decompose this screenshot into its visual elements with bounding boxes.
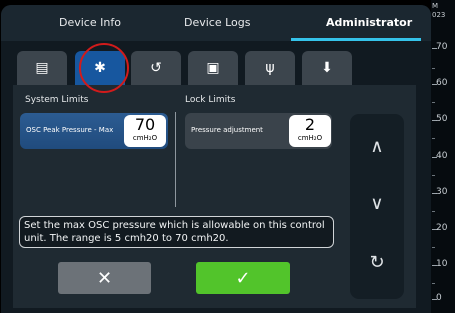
section-divider xyxy=(175,112,176,207)
scale-label-70: 70 xyxy=(436,42,448,52)
usb-icon: ψ xyxy=(265,60,275,76)
decrease-button[interactable]: ∨ xyxy=(350,193,404,214)
parameter-description: Set the max OSC pressure which is allowa… xyxy=(19,216,334,248)
param-unit: cmH₂O xyxy=(132,134,158,142)
scale-minor-tick xyxy=(432,175,435,176)
scale-label-60: 60 xyxy=(436,78,448,88)
save-icon: ▣ xyxy=(206,60,220,76)
reset-icon: ↻ xyxy=(369,252,385,273)
param-value: 70 xyxy=(134,115,156,134)
param-label: Pressure adjustment xyxy=(191,126,263,134)
param-unit: cmH₂O xyxy=(297,134,323,142)
osc-peak-pressure-value-box[interactable]: 70 cmH₂O xyxy=(124,115,166,147)
pressure-adjustment-control[interactable]: Pressure adjustment 2 cmH₂O xyxy=(185,113,332,149)
tab-restore[interactable]: ↺ xyxy=(131,51,181,85)
tab-administrator[interactable]: Administrator xyxy=(326,16,412,29)
active-tab-indicator xyxy=(291,38,421,41)
lock-limits-title: Lock Limits xyxy=(185,95,236,105)
scale-corner-label: M 023 xyxy=(432,2,445,20)
scale-label-30: 30 xyxy=(436,187,448,197)
scale-minor-tick xyxy=(432,68,435,69)
pressure-scale-strip: M 023 70 60 50 40 30 20 10 0 xyxy=(431,0,455,313)
top-tab-bar: Device Info Device Logs Administrator xyxy=(1,5,431,41)
corner-line-2: 023 xyxy=(432,11,446,19)
scale-minor-tick xyxy=(432,102,435,103)
param-value: 2 xyxy=(304,115,316,134)
close-icon: ✕ xyxy=(96,267,113,289)
cancel-button[interactable]: ✕ xyxy=(58,262,151,294)
tab-list[interactable]: ▤ xyxy=(17,51,67,85)
scale-label-10: 10 xyxy=(436,259,448,269)
highlight-circle-annotation xyxy=(79,43,129,93)
scale-label-0: 0 xyxy=(436,293,442,303)
tab-download[interactable]: ⬇ xyxy=(302,51,352,85)
scale-label-50: 50 xyxy=(436,114,448,124)
system-limits-title: System Limits xyxy=(25,95,89,105)
tab-device-logs[interactable]: Device Logs xyxy=(184,16,251,29)
list-icon: ▤ xyxy=(35,60,49,76)
scale-minor-tick xyxy=(432,247,435,248)
reset-button[interactable]: ↻ xyxy=(350,252,404,273)
scale-label-20: 20 xyxy=(436,223,448,233)
scale-minor-tick xyxy=(432,283,435,284)
tab-device-info[interactable]: Device Info xyxy=(59,16,121,29)
pressure-adjustment-value-box[interactable]: 2 cmH₂O xyxy=(289,115,331,147)
osc-peak-pressure-max-control[interactable]: OSC Peak Pressure - Max 70 cmH₂O xyxy=(20,113,168,149)
param-label: OSC Peak Pressure - Max xyxy=(26,126,114,134)
scale-label-40: 40 xyxy=(436,151,448,161)
increase-button[interactable]: ∧ xyxy=(350,136,404,157)
tab-save[interactable]: ▣ xyxy=(188,51,238,85)
chevron-up-icon: ∧ xyxy=(370,136,384,157)
download-icon: ⬇ xyxy=(321,60,333,76)
checkmark-icon: ✓ xyxy=(235,267,251,289)
corner-line-1: M xyxy=(432,2,439,10)
chevron-down-icon: ∨ xyxy=(370,193,384,214)
value-adjust-panel: ∧ ∨ ↻ xyxy=(350,114,404,299)
confirm-button[interactable]: ✓ xyxy=(196,262,290,294)
scale-minor-tick xyxy=(432,211,435,212)
scale-minor-tick xyxy=(432,138,435,139)
restore-icon: ↺ xyxy=(150,60,162,76)
tab-usb[interactable]: ψ xyxy=(245,51,295,85)
